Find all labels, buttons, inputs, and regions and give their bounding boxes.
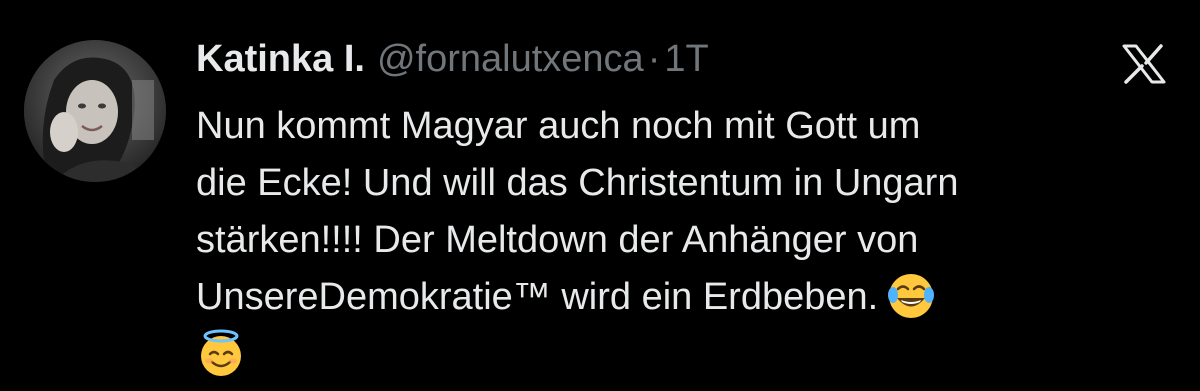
tweet-card[interactable]: Katinka I. @fornalutxenca · 1T Nun kommt… [0,0,1200,391]
x-logo-icon[interactable] [1120,44,1168,84]
timestamp[interactable]: 1T [664,38,708,81]
tweet-line: stärken!!!! Der Meltdown der Anhänger vo… [196,219,919,261]
avatar[interactable] [24,40,166,182]
tweet-header: Katinka I. @fornalutxenca · 1T [196,38,709,86]
tweet-line-with-emoji: UnsereDemokratie™ wird ein Erdbeben. [196,269,1176,326]
tweet-line: UnsereDemokratie™ wird ein Erdbeben. [196,276,879,318]
profile-photo [24,40,166,182]
tweet-line: die Ecke! Und will das Christentum in Un… [196,162,959,204]
display-name[interactable]: Katinka I. [196,38,365,81]
separator-dot: · [647,38,661,80]
face-with-tears-of-joy-icon [886,271,936,321]
smiling-face-with-halo-icon [196,328,246,378]
emoji-line [196,326,1176,383]
tweet-line: Nun kommt Magyar auch noch mit Gott um [196,105,921,147]
user-handle[interactable]: @fornalutxenca [377,38,644,81]
tweet-text: Nun kommt Magyar auch noch mit Gott um d… [196,98,1176,383]
